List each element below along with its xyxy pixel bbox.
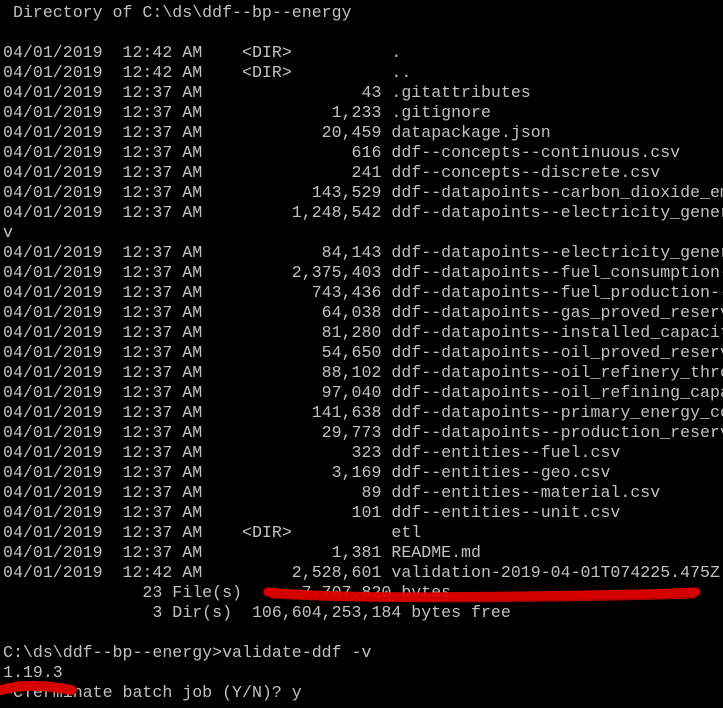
- console-line: 3 Dir(s) 106,604,253,184 bytes free: [3, 603, 511, 622]
- console-line: 04/01/2019 12:37 AM 101 ddf--entities--u…: [3, 503, 621, 522]
- console-line: 04/01/2019 12:37 AM 241 ddf--concepts--d…: [3, 163, 661, 182]
- console-line: 04/01/2019 12:42 AM <DIR> .: [3, 43, 402, 62]
- console-line: 1.19.3: [3, 663, 63, 682]
- console-line: 04/01/2019 12:42 AM <DIR> ..: [3, 63, 412, 82]
- console-line: 04/01/2019 12:37 AM 29,773 ddf--datapoin…: [3, 423, 723, 442]
- console-line: 04/01/2019 12:37 AM 64,038 ddf--datapoin…: [3, 303, 723, 322]
- console-line: 04/01/2019 12:37 AM 20,459 datapackage.j…: [3, 123, 551, 142]
- console-line: 04/01/2019 12:37 AM 141,638 ddf--datapoi…: [3, 403, 723, 422]
- console-line: 04/01/2019 12:42 AM 2,528,601 validation…: [3, 563, 723, 582]
- console-line: C:\ds\ddf--bp--energy>validate-ddf -v: [3, 643, 372, 662]
- console-line: 04/01/2019 12:37 AM 54,650 ddf--datapoin…: [3, 343, 723, 362]
- console-line: 04/01/2019 12:37 AM 143,529 ddf--datapoi…: [3, 183, 723, 202]
- console-line: 04/01/2019 12:37 AM 2,375,403 ddf--datap…: [3, 263, 723, 282]
- console-line: Directory of C:\ds\ddf--bp--energy: [3, 3, 352, 22]
- console-line: 04/01/2019 12:37 AM 1,248,542 ddf--datap…: [3, 203, 723, 222]
- console-line: 04/01/2019 12:37 AM 89 ddf--entities--ma…: [3, 483, 661, 502]
- console-line: 04/01/2019 12:37 AM 1,233 .gitignore: [3, 103, 491, 122]
- console-line: 23 File(s) 7,707,820 bytes: [3, 583, 452, 602]
- console-line: 04/01/2019 12:37 AM 743,436 ddf--datapoi…: [3, 283, 723, 302]
- console-line: 04/01/2019 12:37 AM 3,169 ddf--entities-…: [3, 463, 611, 482]
- console-line: 04/01/2019 12:37 AM <DIR> etl: [3, 523, 422, 542]
- console-line: 04/01/2019 12:37 AM 1,381 README.md: [3, 543, 481, 562]
- console-line: 04/01/2019 12:37 AM 323 ddf--entities--f…: [3, 443, 621, 462]
- console-line: 04/01/2019 12:37 AM 88,102 ddf--datapoin…: [3, 363, 723, 382]
- console-line: 04/01/2019 12:37 AM 43 .gitattributes: [3, 83, 531, 102]
- console-line: 04/01/2019 12:37 AM 97,040 ddf--datapoin…: [3, 383, 723, 402]
- console-line: v: [3, 223, 13, 242]
- console-line: 04/01/2019 12:37 AM 81,280 ddf--datapoin…: [3, 323, 723, 342]
- console-line: ^CTerminate batch job (Y/N)? y: [3, 683, 302, 702]
- console-line: 04/01/2019 12:37 AM 616 ddf--concepts--c…: [3, 143, 681, 162]
- console-output[interactable]: Directory of C:\ds\ddf--bp--energy 04/01/…: [3, 3, 723, 708]
- console-line: 04/01/2019 12:37 AM 84,143 ddf--datapoin…: [3, 243, 723, 262]
